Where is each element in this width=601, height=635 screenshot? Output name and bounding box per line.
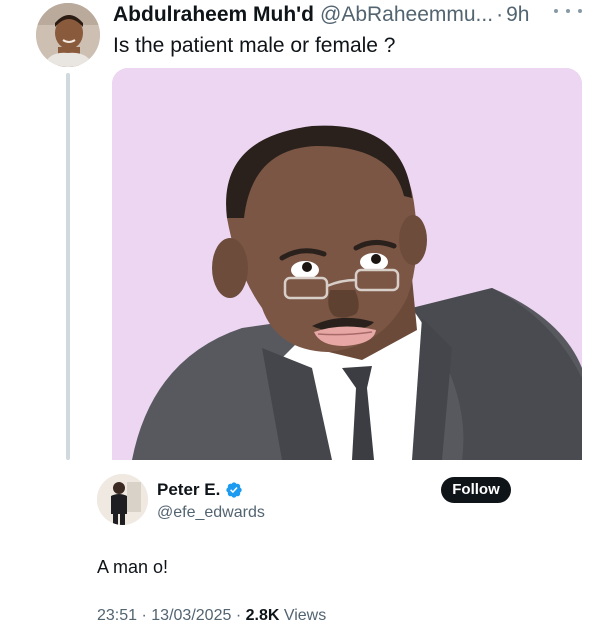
meta-separator: ·	[141, 607, 147, 624]
meta-separator: ·	[235, 607, 242, 624]
thread-line	[66, 73, 70, 460]
author-display-name[interactable]: Abdulraheem Muh'd	[113, 2, 314, 28]
tweet-thread: Abdulraheem Muh'd @AbRaheemmu... · 9h Is…	[0, 0, 601, 635]
tweet-media-image[interactable]	[112, 68, 582, 460]
cartoon-image	[112, 68, 582, 460]
tweet-text: Is the patient male or female ?	[113, 34, 396, 57]
follow-button[interactable]: Follow	[441, 477, 511, 503]
views-label: Views	[283, 607, 327, 624]
views-count[interactable]: 2.8K	[246, 607, 280, 624]
author-handle[interactable]: @AbRaheemmu...	[320, 2, 493, 28]
more-horizontal-icon[interactable]	[554, 2, 582, 20]
tweet-meta: 23:51 · 13/03/2025 · 2.8K Views	[97, 606, 326, 626]
post-date[interactable]: 13/03/2025	[151, 607, 231, 624]
post-time[interactable]: 23:51	[97, 607, 137, 624]
tweet-header: Abdulraheem Muh'd @AbRaheemmu... · 9h	[113, 2, 529, 28]
author-avatar-image	[36, 3, 100, 67]
verified-badge-icon	[225, 481, 243, 499]
tweet-timestamp[interactable]: 9h	[506, 2, 529, 28]
header-separator: ·	[496, 3, 504, 26]
reply-author-handle[interactable]: @efe_edwards	[157, 503, 265, 523]
reply-author-avatar[interactable]	[97, 474, 148, 525]
author-avatar[interactable]	[36, 3, 100, 67]
reply-author-display-name[interactable]: Peter E.	[157, 480, 220, 500]
reply-text: A man o!	[97, 557, 169, 577]
reply-name-row: Peter E.	[157, 480, 243, 500]
reply-avatar-image	[97, 474, 148, 525]
